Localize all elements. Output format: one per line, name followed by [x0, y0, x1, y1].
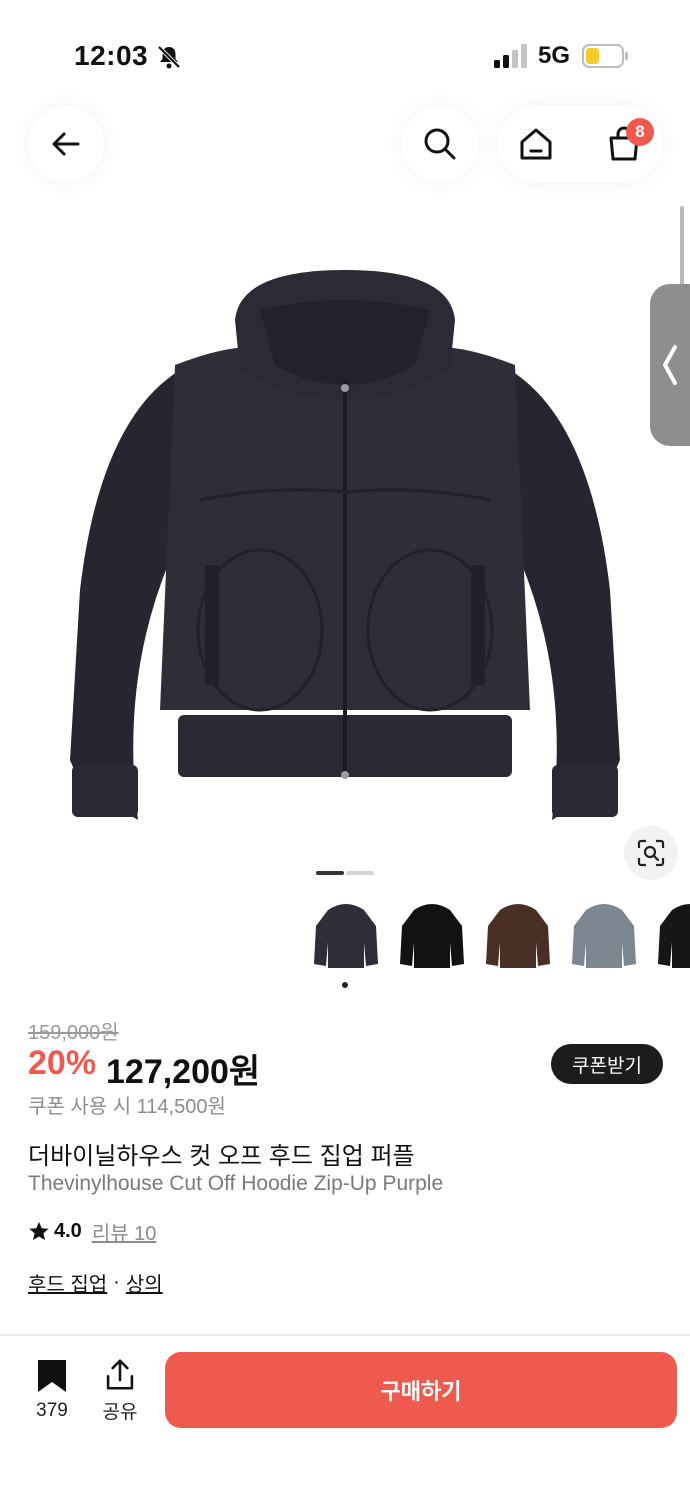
hoodie-thumb-icon — [314, 904, 378, 968]
back-button[interactable] — [28, 106, 104, 182]
search-button[interactable] — [402, 106, 478, 182]
divider — [0, 1334, 690, 1336]
rating-row: 4.0 리뷰 10 — [28, 1217, 157, 1246]
bell-off-icon — [157, 45, 181, 69]
side-panel-handle[interactable] — [650, 284, 690, 446]
hoodie-thumb-icon — [658, 904, 690, 968]
color-thumb-black[interactable] — [392, 896, 472, 976]
sale-price: 127,200원 — [106, 1053, 261, 1091]
bookmark-count: 379 — [36, 1400, 68, 1421]
home-button[interactable] — [512, 120, 560, 168]
status-time: 12:03 — [74, 40, 149, 71]
category-separator: · — [113, 1271, 120, 1293]
color-thumb-purple[interactable] — [306, 896, 386, 976]
category-link-top[interactable]: 상의 — [126, 1268, 163, 1297]
search-icon — [424, 128, 456, 160]
product-title-english: Thevinylhouse Cut Off Hoodie Zip-Up Purp… — [28, 1172, 444, 1195]
home-icon — [520, 128, 552, 160]
star-icon — [29, 1221, 49, 1241]
get-coupon-button[interactable]: 쿠폰받기 — [551, 1044, 663, 1084]
hoodie-thumb-icon — [400, 904, 464, 968]
bookmark-icon — [38, 1360, 66, 1392]
scroll-indicator — [680, 206, 684, 286]
discount-rate: 20% — [28, 1044, 97, 1082]
share-label: 공유 — [102, 1402, 138, 1423]
image-pager — [316, 871, 376, 875]
rating-value: 4.0 — [54, 1219, 82, 1242]
coupon-price: 쿠폰 사용 시 114,500원 — [28, 1096, 226, 1118]
color-thumbnails — [306, 896, 690, 976]
original-price: 159,000원 — [28, 1022, 119, 1044]
share-button[interactable]: 공유 — [94, 1358, 146, 1424]
color-thumb-black-2[interactable] — [650, 896, 690, 976]
buy-button[interactable]: 구매하기 — [165, 1352, 677, 1428]
review-link[interactable]: 리뷰 10 — [92, 1217, 157, 1246]
product-title: 더바이닐하우스 컷 오프 후드 집업 퍼플 — [28, 1143, 415, 1170]
status-bar: 12:03 5G — [0, 0, 690, 100]
hoodie-thumb-icon — [572, 904, 636, 968]
battery-icon — [582, 44, 628, 68]
signal-icon — [494, 44, 527, 68]
network-type: 5G — [538, 42, 571, 69]
color-thumb-gray[interactable] — [564, 896, 644, 976]
cart-count-badge: 8 — [626, 118, 654, 146]
selected-color-dot — [342, 982, 348, 988]
pager-dot-2 — [346, 871, 374, 875]
chevron-left-icon — [663, 345, 677, 385]
arrow-left-icon — [52, 132, 80, 156]
pager-dot-1 — [316, 871, 344, 875]
image-search-button[interactable] — [624, 826, 678, 880]
lens-search-icon — [637, 839, 665, 867]
product-image[interactable] — [60, 260, 630, 830]
share-icon — [106, 1359, 134, 1390]
category-link-hood-zipup[interactable]: 후드 집업 — [28, 1268, 107, 1297]
category-breadcrumb: 후드 집업 · 상의 — [28, 1268, 163, 1297]
color-thumb-brown[interactable] — [478, 896, 558, 976]
hoodie-thumb-icon — [486, 904, 550, 968]
bookmark-button[interactable]: 379 — [26, 1358, 78, 1424]
